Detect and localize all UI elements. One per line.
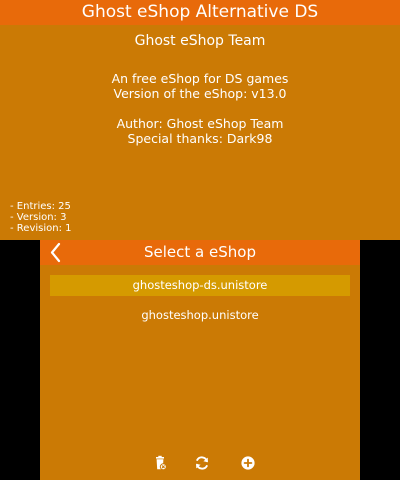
bottom-screen: Select a eShop ghosteshop-ds.unistore gh… <box>40 240 360 480</box>
store-title: Ghost eShop Team <box>134 33 266 49</box>
stat-revision: - Revision: 1 <box>10 223 72 234</box>
store-item-ghosteshop-ds[interactable]: ghosteshop-ds.unistore <box>50 275 350 296</box>
bottom-toolbar <box>40 455 360 471</box>
bottom-header-title: Select a eShop <box>144 243 256 261</box>
top-screen: Ghost eShop Alternative DS Ghost eShop T… <box>0 0 400 240</box>
top-header-title: Ghost eShop Alternative DS <box>0 0 400 25</box>
add-button[interactable] <box>240 455 256 471</box>
store-stats: - Entries: 25 - Version: 3 - Revision: 1 <box>10 201 72 234</box>
plus-circle-icon[interactable] <box>240 455 256 471</box>
refresh-button[interactable] <box>194 455 210 471</box>
trash-icon[interactable] <box>152 455 168 471</box>
delete-button[interactable] <box>152 455 168 471</box>
store-author: Author: Ghost eShop Team <box>116 116 284 131</box>
bottom-header: Select a eShop <box>40 240 360 265</box>
store-list: ghosteshop-ds.unistore ghosteshop.unisto… <box>50 275 350 335</box>
chevron-left-icon[interactable] <box>46 241 68 264</box>
store-version: Version of the eShop: v13.0 <box>113 86 287 101</box>
stat-entries: - Entries: 25 <box>10 201 71 212</box>
stat-version: - Version: 3 <box>10 212 67 223</box>
store-item-ghosteshop[interactable]: ghosteshop.unistore <box>50 305 350 326</box>
store-thanks: Special thanks: Dark98 <box>127 131 273 146</box>
store-description: An free eShop for DS games <box>111 71 289 86</box>
back-button[interactable] <box>46 241 68 264</box>
refresh-icon[interactable] <box>194 455 210 471</box>
